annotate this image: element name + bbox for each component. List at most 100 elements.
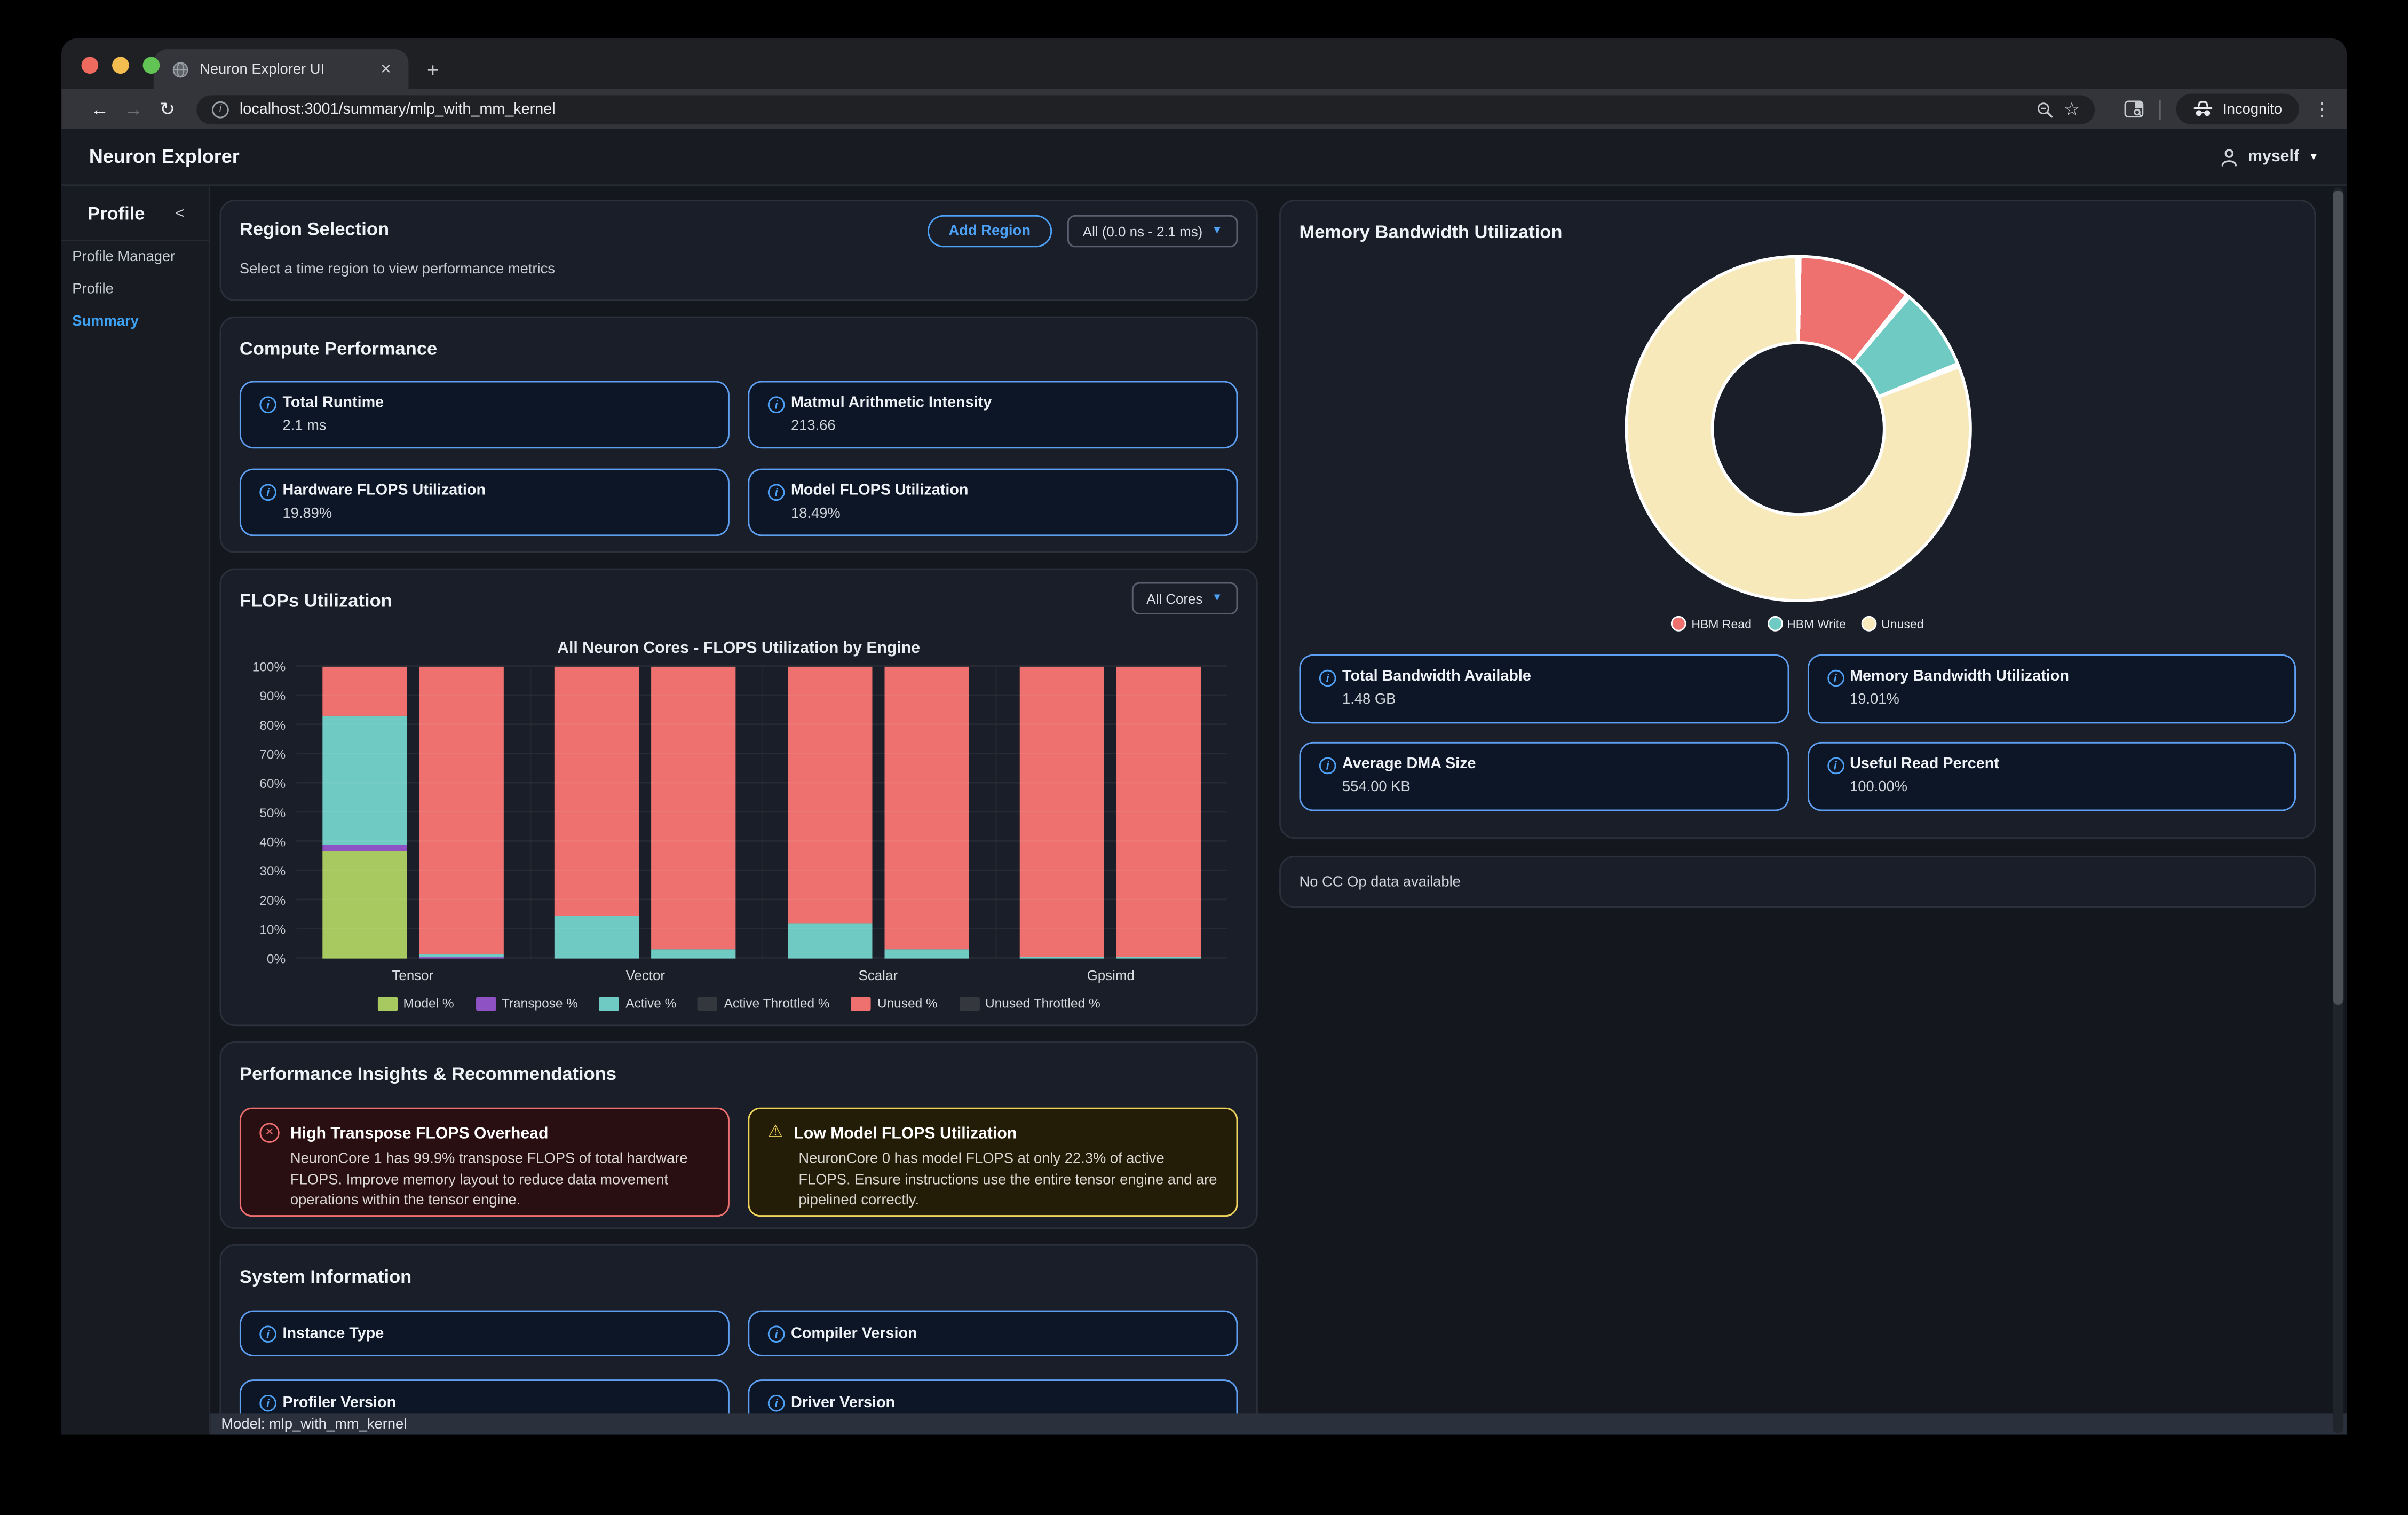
- user-menu[interactable]: myself ▼: [2219, 147, 2319, 167]
- metric-value: 18.49%: [791, 506, 969, 523]
- legend-item: Active Throttled %: [698, 996, 830, 1011]
- url-text[interactable]: localhost:3001/summary/mlp_with_mm_kerne…: [240, 100, 2025, 117]
- bar-segment-unused: [322, 667, 407, 716]
- y-axis-tick: 10%: [240, 922, 286, 937]
- x-axis-label: Scalar: [762, 968, 994, 983]
- bar-segment-transpose: [322, 845, 407, 850]
- info-icon[interactable]: i: [259, 1325, 276, 1342]
- legend-item: Unused %: [851, 996, 938, 1011]
- legend-item: HBM Read: [1672, 616, 1752, 632]
- bar-segment-unused: [787, 667, 872, 924]
- metric-label: Compiler Version: [791, 1325, 917, 1342]
- page-scrollbar[interactable]: [2333, 187, 2343, 1433]
- browser-window: Neuron Explorer UI ✕ + ← → ↻ i localhost…: [61, 38, 2347, 1435]
- metric-memory-bandwidth-utilization: i Memory Bandwidth Utilization 19.01%: [1807, 654, 2296, 723]
- info-icon[interactable]: i: [768, 484, 785, 501]
- info-icon[interactable]: i: [259, 484, 276, 501]
- right-column: Memory Bandwidth Utilization HBM ReadHBM…: [1279, 200, 2316, 1435]
- metric-compiler-version: i Compiler Version: [748, 1311, 1238, 1356]
- legend-swatch: [851, 996, 871, 1010]
- bar-segment-unused: [884, 667, 969, 950]
- y-axis-tick: 40%: [240, 834, 286, 850]
- zoom-out-icon[interactable]: [2036, 100, 2053, 117]
- bar-segment-active: [322, 716, 407, 845]
- reload-icon[interactable]: ↻: [150, 98, 184, 120]
- info-icon[interactable]: i: [768, 1394, 785, 1411]
- tab-close-icon[interactable]: ✕: [375, 61, 396, 78]
- bar-segment-model: [322, 850, 407, 958]
- address-bar[interactable]: i localhost:3001/summary/mlp_with_mm_ker…: [196, 94, 2095, 124]
- sidebar: Profile < Profile Manager Profile Summar…: [61, 186, 210, 1434]
- y-axis-tick: 100%: [240, 659, 286, 674]
- metric-useful-read-percent: i Useful Read Percent 100.00%: [1807, 742, 2296, 811]
- metric-total-bandwidth-available: i Total Bandwidth Available 1.48 GB: [1299, 654, 1788, 723]
- back-icon[interactable]: ←: [83, 98, 116, 120]
- site-info-icon[interactable]: i: [212, 100, 229, 117]
- metric-label: Average DMA Size: [1342, 756, 1476, 773]
- region-range-value: All (0.0 ns - 2.1 ms): [1083, 224, 1203, 239]
- user-name: myself: [2248, 147, 2299, 166]
- maximize-window-button[interactable]: [143, 57, 160, 74]
- flops-utilization-card: FLOPs Utilization All Cores ▼ All Neuron…: [219, 569, 1257, 1027]
- minimize-window-button[interactable]: [112, 57, 129, 74]
- sidebar-item-summary[interactable]: Summary: [61, 306, 209, 338]
- legend-item: Active %: [599, 996, 676, 1011]
- add-region-button[interactable]: Add Region: [927, 215, 1052, 247]
- x-axis-labels: TensorVectorScalarGpsimd: [296, 968, 1227, 983]
- insight-error-title: High Transpose FLOPS Overhead: [290, 1124, 549, 1142]
- chevron-down-icon: ▼: [1212, 593, 1223, 604]
- legend-label: Unused %: [877, 996, 938, 1011]
- metric-label: Total Bandwidth Available: [1342, 668, 1531, 685]
- y-axis-tick: 90%: [240, 688, 286, 704]
- sidebar-item-profile[interactable]: Profile: [61, 273, 209, 305]
- legend-swatch: [1767, 616, 1783, 632]
- insight-warning-body: NeuronCore 0 has model FLOPS at only 22.…: [798, 1149, 1218, 1211]
- cc-op-empty-text: No CC Op data available: [1299, 873, 1460, 890]
- info-icon[interactable]: i: [1319, 758, 1336, 775]
- metric-label: Driver Version: [791, 1394, 895, 1411]
- legend-label: Active Throttled %: [724, 996, 830, 1011]
- metric-value: 213.66: [791, 418, 992, 435]
- screen: Neuron Explorer UI ✕ + ← → ↻ i localhost…: [0, 0, 2408, 1514]
- memory-bandwidth-title: Memory Bandwidth Utilization: [1299, 221, 1562, 242]
- insight-warning-box: ⚠ Low Model FLOPS Utilization NeuronCore…: [748, 1108, 1238, 1217]
- tab-title: Neuron Explorer UI: [200, 61, 365, 78]
- legend-label: Transpose %: [502, 996, 578, 1011]
- forward-icon[interactable]: →: [117, 98, 150, 120]
- browser-tab[interactable]: Neuron Explorer UI ✕: [154, 49, 409, 89]
- info-icon[interactable]: i: [259, 396, 276, 413]
- y-axis-tick: 30%: [240, 863, 286, 879]
- legend-swatch: [698, 996, 718, 1010]
- y-axis-tick: 80%: [240, 717, 286, 733]
- app-body: Profile < Profile Manager Profile Summar…: [61, 186, 2347, 1434]
- info-icon[interactable]: i: [1827, 670, 1844, 687]
- new-tab-button[interactable]: +: [427, 58, 439, 89]
- sidebar-item-profile-manager[interactable]: Profile Manager: [61, 241, 209, 273]
- plot-divider: [762, 667, 763, 959]
- bookmark-star-icon[interactable]: ☆: [2064, 98, 2080, 120]
- metric-total-runtime: i Total Runtime 2.1 ms: [240, 381, 730, 449]
- warning-icon: ⚠: [768, 1123, 783, 1143]
- close-window-button[interactable]: [82, 57, 99, 74]
- info-icon[interactable]: i: [259, 1394, 276, 1411]
- legend-item: Transpose %: [476, 996, 578, 1011]
- info-icon[interactable]: i: [1827, 758, 1844, 775]
- sidebar-collapse-icon[interactable]: <: [175, 205, 184, 222]
- menu-kebab-icon[interactable]: ⋮: [2313, 98, 2332, 120]
- app-title: Neuron Explorer: [89, 146, 240, 167]
- metric-value: 554.00 KB: [1342, 779, 1476, 796]
- info-icon[interactable]: i: [768, 396, 785, 413]
- metric-label: Hardware FLOPS Utilization: [282, 483, 486, 500]
- cores-dropdown[interactable]: All Cores ▼: [1131, 582, 1238, 614]
- donut-hole: [1710, 341, 1885, 516]
- status-bar: Model: mlp_with_mm_kernel: [210, 1413, 2347, 1434]
- info-icon[interactable]: i: [768, 1325, 785, 1342]
- side-panel-search-icon[interactable]: [2125, 100, 2144, 119]
- insights-card: Performance Insights & Recommendations ✕…: [219, 1041, 1257, 1229]
- scrollbar-thumb[interactable]: [2333, 191, 2343, 1005]
- browser-tabstrip: Neuron Explorer UI ✕ +: [61, 38, 2347, 89]
- region-range-dropdown[interactable]: All (0.0 ns - 2.1 ms) ▼: [1067, 215, 1238, 247]
- metric-label: Profiler Version: [282, 1394, 396, 1411]
- y-axis-tick: 60%: [240, 776, 286, 791]
- info-icon[interactable]: i: [1319, 670, 1336, 687]
